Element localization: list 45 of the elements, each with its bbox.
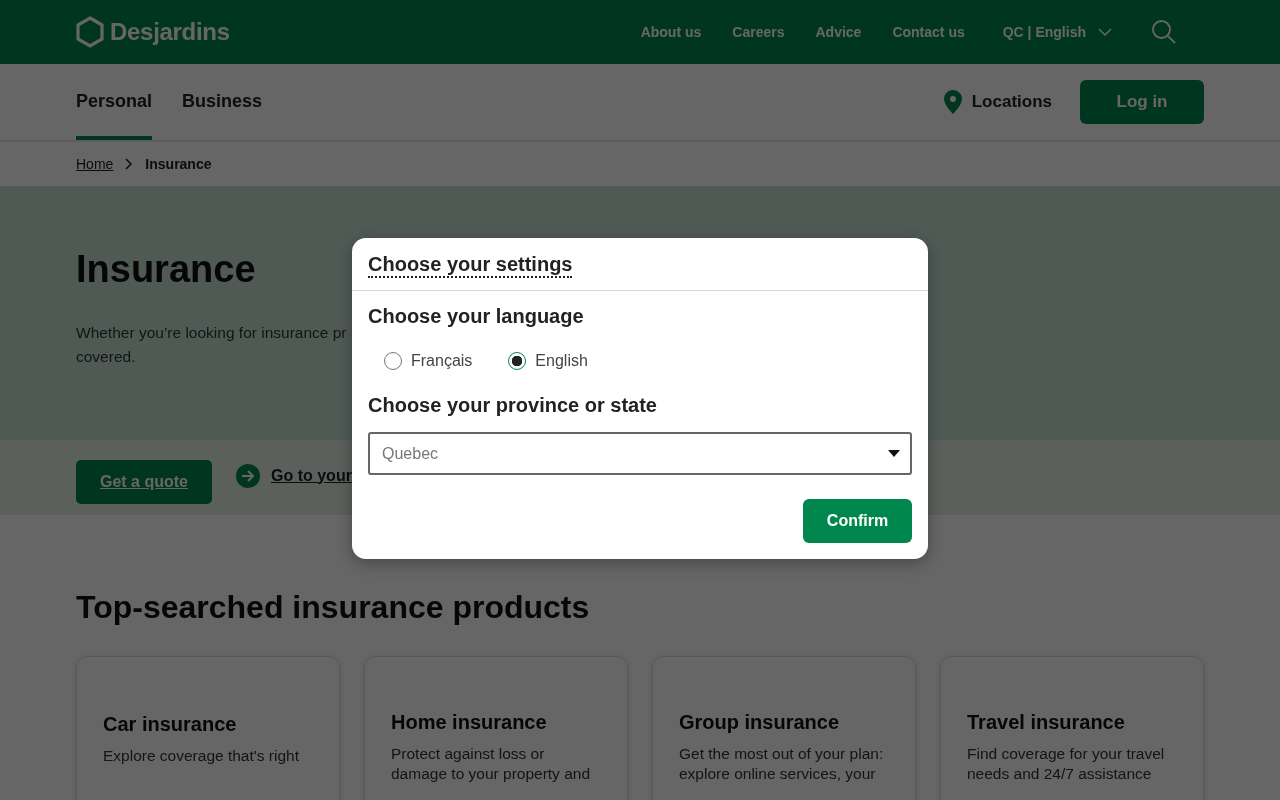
header-link[interactable]: Advice	[799, 0, 877, 64]
confirm-button[interactable]: Confirm	[803, 499, 912, 543]
map-pin-icon	[942, 89, 963, 115]
login-button[interactable]: Log in	[1080, 80, 1204, 124]
section-heading: Choose your language	[368, 305, 585, 328]
header-link[interactable]: Careers	[716, 0, 800, 64]
dialog-title: Choose your settings	[368, 252, 573, 278]
locations-link[interactable]: Locations	[942, 89, 1052, 115]
breadcrumb-link[interactable]: Home	[76, 156, 114, 172]
segment-tab[interactable]: Personal	[76, 64, 153, 140]
page-title: Insurance	[76, 248, 256, 291]
card-description: Find coverage for your travel needs and 24/7 assistance	[967, 744, 1166, 784]
card-title: Travel insurance	[967, 711, 1126, 734]
card-title: Group insurance	[679, 711, 841, 734]
account-link[interactable]: Go to your	[236, 463, 352, 488]
card-description: Protect against loss or damage to your property and	[391, 744, 592, 784]
search-icon	[1151, 19, 1177, 45]
hexagon-logo-icon	[76, 16, 104, 48]
get-quote-button[interactable]: Get a quote	[76, 459, 212, 504]
card-description: Get the most out of your plan: explore online services, your	[679, 744, 885, 784]
product-card[interactable]: Travel insurance Find coverage for your travel needs and 24/7 assistance	[940, 656, 1204, 800]
header-link[interactable]: About us	[625, 0, 717, 64]
language-option[interactable]: Français	[384, 352, 473, 370]
dropdown-arrow-icon	[888, 450, 900, 457]
region-language-menu[interactable]: QC | English	[979, 0, 1132, 64]
product-card[interactable]: Home insurance Protect against loss or damage to your property and	[364, 656, 628, 800]
search-button[interactable]	[1132, 0, 1204, 64]
product-card[interactable]: Car insurance Explore coverage that's right	[76, 656, 340, 800]
radio-button[interactable]	[508, 352, 527, 370]
province-select[interactable]: Quebec	[368, 432, 912, 475]
card-title: Home insurance	[391, 711, 548, 734]
language-option[interactable]: English	[508, 352, 588, 370]
chevron-right-icon	[125, 158, 134, 170]
section-title: Top-searched insurance products	[76, 589, 591, 626]
product-card[interactable]: Group insurance Get the most out of your plan: explore online services, your	[652, 656, 916, 800]
hero-description: Whether you’re looking for insurance pr covered.	[76, 323, 347, 367]
arrow-right-icon	[236, 463, 260, 488]
breadcrumb-current: Insurance	[145, 156, 212, 172]
section-heading: Choose your province or state	[368, 394, 658, 417]
card-title: Car insurance	[103, 713, 238, 736]
segment-tab[interactable]: Business	[182, 64, 263, 140]
logo-link[interactable]: Desjardins	[76, 16, 230, 48]
card-description: Explore coverage that's right	[103, 746, 300, 766]
chevron-down-icon	[1098, 28, 1112, 36]
header-link[interactable]: Contact us	[876, 0, 980, 64]
